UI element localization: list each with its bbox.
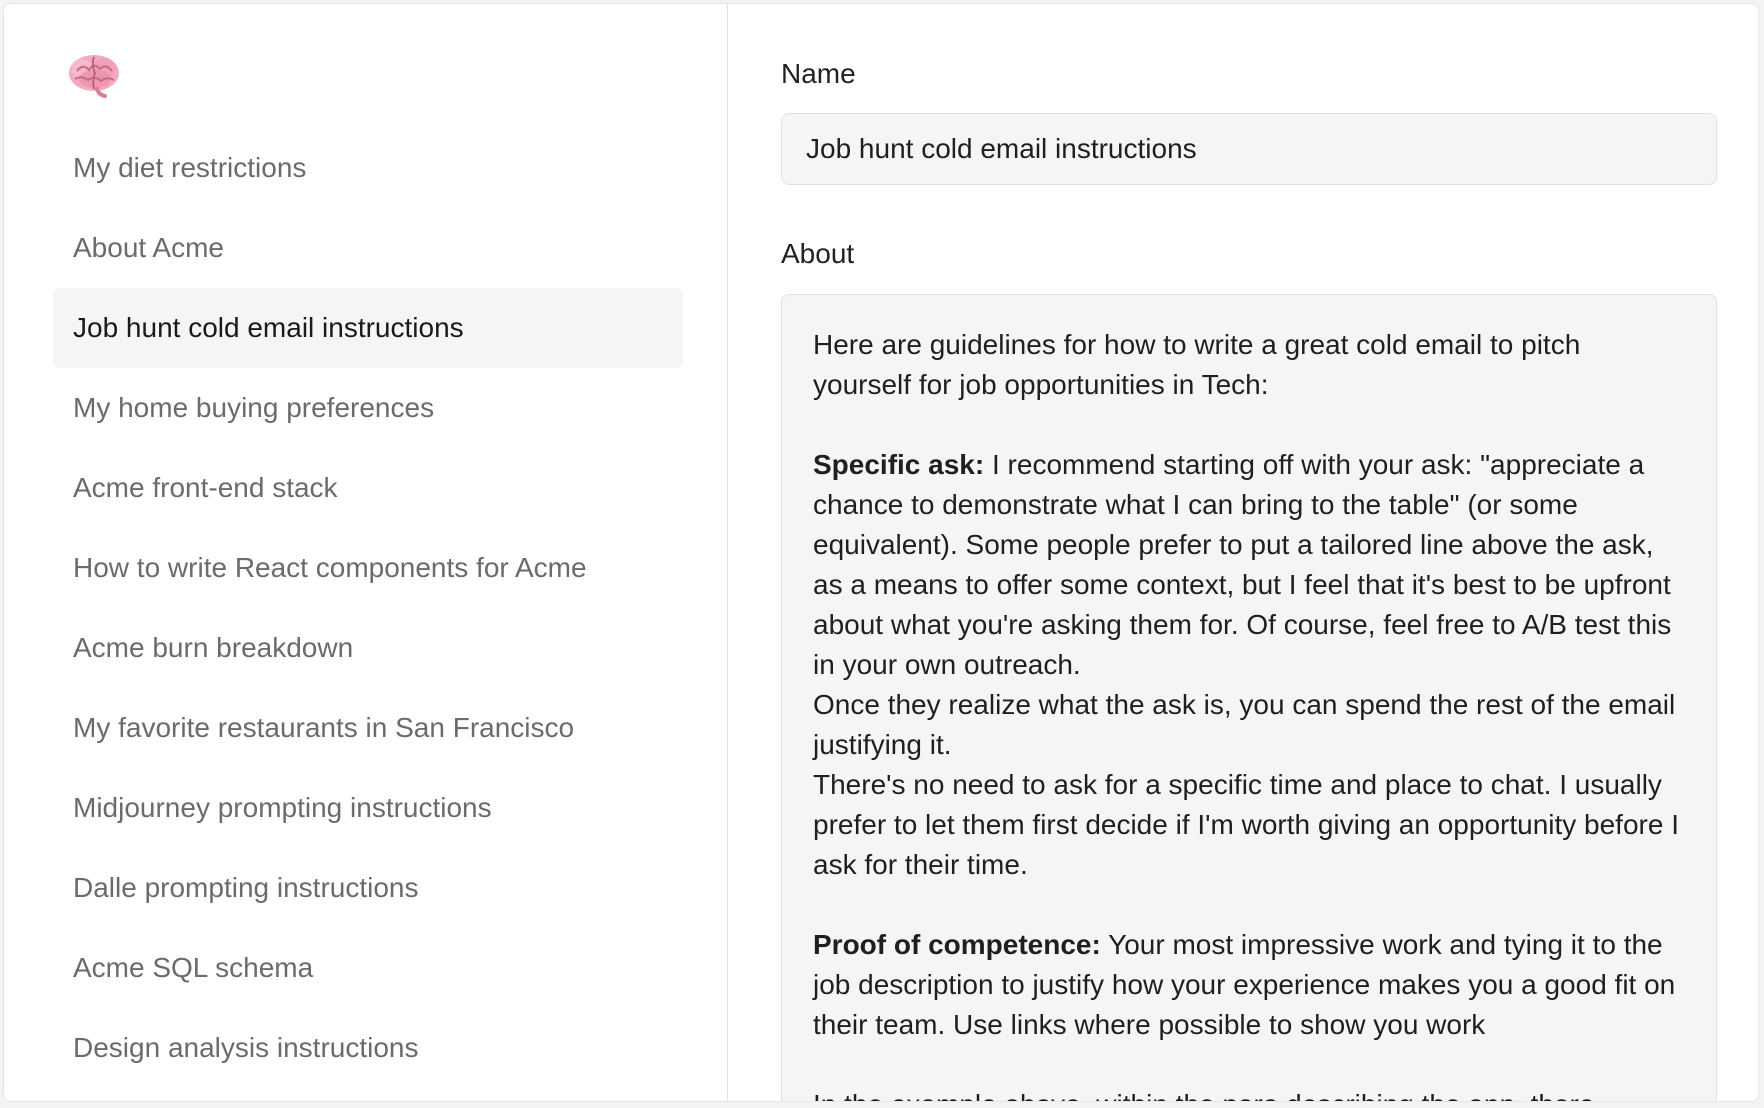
name-label: Name — [781, 58, 856, 89]
sidebar-item-dalle[interactable]: Dalle prompting instructions — [53, 848, 683, 928]
sidebar-item-diet-restrictions[interactable]: My diet restrictions — [53, 128, 683, 208]
sidebar-item-about-acme[interactable]: About Acme — [53, 208, 683, 288]
sidebar-item-burn-breakdown[interactable]: Acme burn breakdown — [53, 608, 683, 688]
ask-line-2: Once they realize what the ask is, you c… — [813, 689, 1676, 760]
sidebar: My diet restrictions About Acme Job hunt… — [4, 4, 728, 1101]
brain-icon[interactable] — [67, 51, 121, 99]
sidebar-item-design-analysis[interactable]: Design analysis instructions — [53, 1008, 683, 1088]
sidebar-item-home-buying[interactable]: My home buying preferences — [53, 368, 683, 448]
trailing-text: In the example above, within the para de… — [813, 1085, 1686, 1101]
specific-ask-heading: Specific ask: — [813, 449, 985, 480]
sidebar-item-job-hunt-cold-email[interactable]: Job hunt cold email instructions — [53, 288, 683, 368]
sidebar-item-sql-schema[interactable]: Acme SQL schema — [53, 928, 683, 1008]
about-label: About — [781, 238, 855, 269]
about-intro: Here are guidelines for how to write a g… — [813, 329, 1581, 400]
sidebar-item-front-end-stack[interactable]: Acme front-end stack — [53, 448, 683, 528]
proof-heading: Proof of competence: — [813, 929, 1101, 960]
about-textarea[interactable]: Here are guidelines for how to write a g… — [781, 294, 1717, 1101]
ask-line-3: There's no need to ask for a specific ti… — [813, 769, 1679, 880]
sidebar-item-react-components[interactable]: How to write React components for Acme — [53, 528, 683, 608]
specific-ask-paragraph: Specific ask: I recommend starting off w… — [813, 445, 1686, 685]
sidebar-item-midjourney[interactable]: Midjourney prompting instructions — [53, 768, 683, 848]
memory-editor: Name About Here are guidelines for how t… — [728, 4, 1758, 1101]
specific-ask-text: I recommend starting off with your ask: … — [813, 449, 1672, 680]
name-input[interactable] — [781, 113, 1717, 185]
sidebar-item-restaurants[interactable]: My favorite restaurants in San Francisco — [53, 688, 683, 768]
app-window: My diet restrictions About Acme Job hunt… — [3, 3, 1759, 1102]
proof-paragraph: Proof of competence: Your most impressiv… — [813, 925, 1686, 1045]
memory-list: My diet restrictions About Acme Job hunt… — [53, 128, 683, 1088]
